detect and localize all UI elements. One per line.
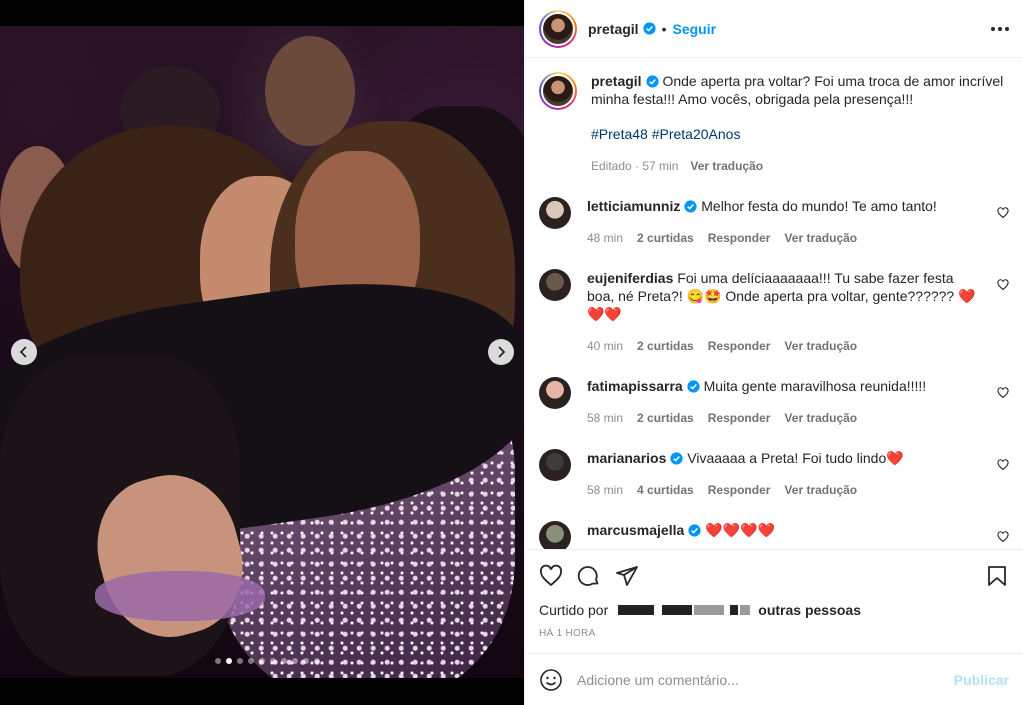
comment-time: 40 min: [587, 339, 624, 353]
translate-link[interactable]: Ver tradução: [784, 481, 857, 499]
emoji-smiley-icon[interactable]: [539, 668, 563, 692]
post-photo: [0, 26, 524, 678]
redacted-username: [662, 605, 693, 615]
likes-summary: Curtido por outras pessoas: [539, 602, 1009, 618]
carousel-dot: [259, 658, 265, 664]
likes-others-link[interactable]: outras pessoas: [758, 602, 861, 618]
comment-time: 48 min: [587, 231, 624, 245]
save-bookmark-icon[interactable]: [985, 564, 1009, 588]
comment-time: 58 min: [587, 483, 624, 497]
comment-item: marianarios Vivaaaaa a Preta! Foi tudo l…: [539, 449, 1009, 499]
verified-badge-icon: [670, 452, 683, 465]
post-caption: pretagil Onde aperta pra voltar? Foi uma…: [539, 72, 1009, 175]
redacted-username: [730, 605, 739, 615]
caption-author-username[interactable]: pretagil: [591, 73, 642, 89]
comment-item: fatimapissarra Muita gente maravilhosa r…: [539, 377, 1009, 427]
post-side-panel: pretagil • Seguir pretagil Onde aperta p…: [524, 0, 1023, 705]
redacted-username: [740, 605, 751, 615]
commenter-avatar[interactable]: [539, 377, 571, 409]
comment-likes-count[interactable]: 2 curtidas: [637, 229, 694, 247]
translate-link[interactable]: Ver tradução: [784, 229, 857, 247]
redacted-username: [618, 605, 655, 615]
chevron-right-icon: [498, 346, 506, 358]
comment-text: Vivaaaaa a Preta! Foi tudo lindo❤️: [687, 450, 904, 466]
commenter-username[interactable]: fatimapissarra: [587, 378, 683, 394]
author-avatar[interactable]: [539, 9, 577, 48]
comment-like-heart-icon[interactable]: [997, 531, 1009, 543]
likes-prefix: Curtido por: [539, 602, 609, 618]
post-timestamp: HÁ 1 HORA: [539, 628, 596, 639]
translate-link[interactable]: Ver tradução: [784, 337, 857, 355]
translate-link[interactable]: Ver tradução: [784, 409, 857, 427]
more-options-icon[interactable]: [991, 26, 1009, 31]
reply-button[interactable]: Responder: [708, 409, 771, 427]
carousel-dot: [281, 658, 287, 664]
share-icon[interactable]: [615, 564, 639, 588]
author-username[interactable]: pretagil: [588, 21, 639, 37]
carousel-dot: [303, 658, 309, 664]
commenter-username[interactable]: marianarios: [587, 450, 666, 466]
carousel-indicator: [215, 658, 320, 664]
verified-badge-icon: [688, 524, 701, 537]
carousel-dot: [215, 658, 221, 664]
instagram-post-modal: pretagil • Seguir pretagil Onde aperta p…: [0, 0, 1023, 705]
carousel-dot: [314, 658, 320, 664]
carousel-dot: [226, 658, 232, 664]
verified-badge-icon: [645, 75, 659, 88]
publish-button[interactable]: Publicar: [954, 672, 1009, 688]
redacted-username: [694, 605, 725, 615]
comment-icon[interactable]: [577, 564, 601, 588]
add-comment-bar: Publicar: [525, 653, 1023, 705]
comment-item: eujeniferdias Foi uma delíciaaaaaaa!!! T…: [539, 269, 1009, 355]
verified-badge-icon: [687, 380, 700, 393]
reply-button[interactable]: Responder: [708, 229, 771, 247]
comment-text: Muita gente maravilhosa reunida!!!!!: [703, 378, 927, 394]
caption-hashtags[interactable]: #Preta48 #Preta20Anos: [591, 125, 1009, 143]
commenter-username[interactable]: eujeniferdias: [587, 270, 673, 286]
comment-likes-count[interactable]: 4 curtidas: [637, 481, 694, 499]
post-header: pretagil • Seguir: [525, 0, 1023, 58]
caption-translate-link[interactable]: Ver tradução: [690, 157, 763, 175]
carousel-dot: [237, 658, 243, 664]
comment-like-heart-icon[interactable]: [997, 207, 1009, 219]
carousel-dot: [248, 658, 254, 664]
verified-badge-icon: [642, 22, 656, 35]
carousel-dot: [270, 658, 276, 664]
comment-text: ❤️❤️❤️❤️: [705, 522, 775, 538]
caption-edited-time: Editado · 57 min: [591, 159, 679, 173]
reply-button[interactable]: Responder: [708, 337, 771, 355]
comments-list: pretagil Onde aperta pra voltar? Foi uma…: [525, 58, 1023, 549]
verified-badge-icon: [684, 200, 697, 213]
comment-item: marcusmajella ❤️❤️❤️❤️: [539, 521, 1009, 549]
header-separator: •: [661, 20, 667, 37]
comment-like-heart-icon[interactable]: [997, 459, 1009, 471]
post-actions-area: Curtido por outras pessoas HÁ 1 HORA: [525, 549, 1023, 653]
comment-input[interactable]: [577, 671, 940, 688]
chevron-left-icon: [19, 346, 27, 358]
commenter-avatar[interactable]: [539, 269, 571, 301]
commenter-username[interactable]: marcusmajella: [587, 522, 684, 538]
comment-time: 58 min: [587, 411, 624, 425]
comment-likes-count[interactable]: 2 curtidas: [637, 409, 694, 427]
comment-like-heart-icon[interactable]: [997, 279, 1009, 291]
previous-photo-button[interactable]: [11, 339, 37, 365]
reply-button[interactable]: Responder: [708, 481, 771, 499]
commenter-avatar[interactable]: [539, 449, 571, 481]
next-photo-button[interactable]: [488, 339, 514, 365]
commenter-username[interactable]: letticiamunniz: [587, 198, 680, 214]
comment-text: Melhor festa do mundo! Te amo tanto!: [701, 198, 937, 214]
follow-button[interactable]: Seguir: [672, 21, 716, 37]
post-media: [0, 0, 524, 705]
comment-like-heart-icon[interactable]: [997, 387, 1009, 399]
like-heart-icon[interactable]: [539, 564, 563, 588]
caption-author-avatar[interactable]: [539, 72, 577, 110]
action-bar: [539, 550, 1009, 602]
carousel-dot: [292, 658, 298, 664]
comment-likes-count[interactable]: 2 curtidas: [637, 337, 694, 355]
commenter-avatar[interactable]: [539, 521, 571, 549]
comment-item: letticiamunniz Melhor festa do mundo! Te…: [539, 197, 1009, 247]
commenter-avatar[interactable]: [539, 197, 571, 229]
